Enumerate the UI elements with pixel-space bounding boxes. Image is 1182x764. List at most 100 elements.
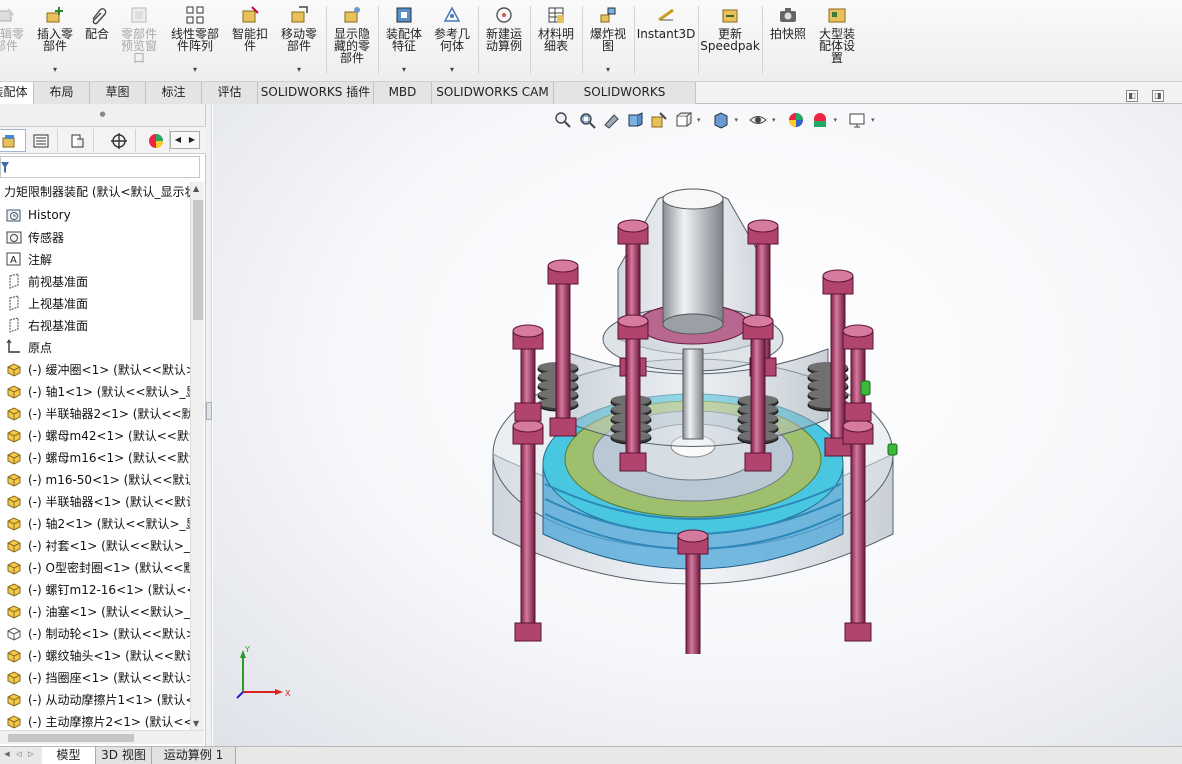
first-tab-icon[interactable]: ◀ [2, 750, 12, 762]
tree-item[interactable]: 传感器 [0, 226, 190, 248]
assembly-3d-model[interactable] [483, 174, 903, 654]
chevron-down-icon[interactable]: ▾ [735, 116, 739, 124]
edit-component-button[interactable]: 编辑零 部件 [0, 4, 26, 78]
section-view-icon[interactable] [625, 110, 645, 130]
graphics-viewport[interactable]: ▾ ▾ ▾ ▾ ▾ Y X [213, 104, 1182, 746]
panel-grip[interactable]: ● [0, 104, 205, 126]
view-orientation-icon[interactable] [673, 110, 693, 130]
tree-item[interactable]: (-) 半联轴器2<1> (默认<<默认>_显示状态 1>) [0, 402, 190, 424]
tab-layout[interactable]: 布局 [34, 82, 90, 104]
apply-scene-icon[interactable] [810, 110, 830, 130]
tree-item[interactable]: (-) O型密封圈<1> (默认<<默认>_显示状态 1>) [0, 556, 190, 578]
zoom-to-fit-icon[interactable] [553, 110, 573, 130]
smart-fasteners-button[interactable]: 智能扣 件 [228, 4, 272, 78]
chevron-down-icon[interactable]: ▾ [606, 65, 610, 74]
hide-show-eye-icon[interactable] [748, 110, 768, 130]
tree-item[interactable]: (-) 轴2<1> (默认<<默认>_显示状态 1>) [0, 512, 190, 534]
reference-geometry-button[interactable]: 参考几 何体 ▾ [430, 4, 474, 78]
chevron-down-icon[interactable]: ▾ [772, 116, 776, 124]
tab-solidworks-inspection[interactable]: SOLIDWORKS Inspection [554, 82, 696, 119]
tab-property-manager[interactable] [24, 129, 58, 152]
chevron-down-icon[interactable]: ▾ [834, 116, 838, 124]
expand-panel-icon[interactable]: ◨ [1152, 90, 1164, 102]
tree-item[interactable]: (-) 从动动摩擦片1<1> (默认<<默认>_显示状态 1>) [0, 688, 190, 710]
tree-root-assembly[interactable]: 力矩限制器装配 (默认<默认_显示状态-1>) [0, 182, 190, 204]
scroll-thumb[interactable] [193, 200, 203, 320]
instant3d-button[interactable]: Instant3D [637, 4, 695, 78]
tree-vertical-scrollbar[interactable]: ▲ ▼ [190, 182, 204, 730]
assembly-features-button[interactable]: 装配体 特征 ▾ [382, 4, 426, 78]
tab-solidworks-cam[interactable]: SOLIDWORKS CAM [432, 82, 554, 104]
scroll-down-icon[interactable]: ▼ [193, 719, 199, 728]
chevron-left-icon[interactable]: ◀ [171, 132, 185, 148]
component-preview-button[interactable]: 零部件 预览窗 口 [116, 4, 162, 78]
take-snapshot-button[interactable]: 拍快照 [766, 4, 810, 78]
tree-item[interactable]: 原点 [0, 336, 190, 358]
previous-tab-icon[interactable]: ◁ [14, 750, 24, 762]
new-motion-study-button[interactable]: 新建运 动算例 [482, 4, 526, 78]
chevron-down-icon[interactable]: ▾ [297, 65, 301, 74]
tree-filter-field[interactable] [0, 156, 200, 178]
zoom-to-area-icon[interactable] [577, 110, 597, 130]
scroll-up-icon[interactable]: ▲ [193, 184, 199, 193]
tab-display-manager[interactable] [142, 129, 170, 152]
previous-view-icon[interactable] [601, 110, 621, 130]
tree-item[interactable]: (-) 螺钉m12-16<1> (默认<<默认>_显示状态 1>) [0, 578, 190, 600]
edit-appearance-icon[interactable] [786, 110, 806, 130]
dynamic-annotation-icon[interactable] [649, 110, 669, 130]
tree-item[interactable]: 右视基准面 [0, 314, 190, 336]
tab-assembly[interactable]: 装配体 [0, 82, 34, 104]
tree-item[interactable]: (-) 螺母m42<1> (默认<<默认>_显示状态 1>) [0, 424, 190, 446]
collapse-panel-handle[interactable] [206, 402, 212, 420]
show-hidden-components-button[interactable]: 显示隐 藏的零 部件 [330, 4, 374, 78]
tree-item[interactable]: (-) 缓冲圈<1> (默认<<默认>_显示状态 1>) [0, 358, 190, 380]
tab-motion-study[interactable]: 运动算例 1 [152, 747, 236, 764]
tab-sketch[interactable]: 草图 [90, 82, 146, 104]
tab-feature-tree[interactable] [0, 129, 26, 152]
view-settings-monitor-icon[interactable] [847, 110, 867, 130]
tree-item[interactable]: (-) 制动轮<1> (默认<<默认>_显示状态 1>) [0, 622, 190, 644]
chevron-down-icon[interactable]: ▾ [697, 116, 701, 124]
tab-model[interactable]: 模型 [42, 747, 96, 764]
exploded-view-button[interactable]: 爆炸视 图 ▾ [586, 4, 630, 78]
tree-item[interactable]: (-) 主动摩擦片2<1> (默认<<默认>_显示状态 1>) [0, 710, 190, 730]
chevron-down-icon[interactable]: ▾ [450, 65, 454, 74]
large-assembly-settings-button[interactable]: 大型装 配体设 置 [814, 4, 860, 78]
chevron-down-icon[interactable]: ▾ [53, 65, 57, 74]
tree-item[interactable]: (-) m16-50<1> (默认<<默认>_显示状态 1>) [0, 468, 190, 490]
scroll-thumb[interactable] [8, 734, 134, 742]
panel-splitter[interactable] [206, 104, 212, 746]
update-speedpak-button[interactable]: 更新 Speedpak [700, 4, 760, 78]
chevron-down-icon[interactable]: ▾ [402, 65, 406, 74]
tab-markup[interactable]: 标注 [146, 82, 202, 104]
tab-evaluate[interactable]: 评估 [202, 82, 258, 104]
tab-scroll-arrows[interactable]: ◀ ▶ [170, 131, 200, 149]
bolt[interactable] [677, 529, 709, 654]
insert-component-button[interactable]: 插入零 部件 ▾ [34, 4, 76, 78]
drag-handle-icon[interactable] [887, 443, 898, 456]
tree-item[interactable]: (-) 衬套<1> (默认<<默认>_显示状态 1>) [0, 534, 190, 556]
bolt[interactable] [512, 324, 544, 422]
tab-3d-view[interactable]: 3D 视图 [96, 747, 152, 764]
drag-handle-icon[interactable] [860, 380, 871, 396]
tab-mbd[interactable]: MBD [374, 82, 432, 104]
mate-button[interactable]: 配合 [82, 4, 112, 78]
move-component-button[interactable]: 移动零 部件 ▾ [276, 4, 322, 78]
tree-item[interactable]: (-) 螺纹轴头<1> (默认<<默认>_显示状态 1>) [0, 644, 190, 666]
linear-pattern-button[interactable]: 线性零部 件阵列 ▾ [166, 4, 224, 78]
chevron-down-icon[interactable]: ▾ [193, 65, 197, 74]
restore-panel-icon[interactable]: ◧ [1126, 90, 1138, 102]
chevron-down-icon[interactable]: ▾ [871, 116, 875, 124]
tab-configuration-manager[interactable] [60, 129, 94, 152]
tree-item[interactable]: (-) 轴1<1> (默认<<默认>_显示状态 1>) [0, 380, 190, 402]
tree-item[interactable]: History [0, 204, 190, 226]
tree-item[interactable]: 上视基准面 [0, 292, 190, 314]
bom-button[interactable]: 材料明 细表 [534, 4, 578, 78]
tab-dimxpert-manager[interactable] [102, 129, 136, 152]
tab-solidworks-addins[interactable]: SOLIDWORKS 插件 [258, 82, 374, 104]
bolt[interactable] [842, 324, 874, 422]
tree-item[interactable]: (-) 半联轴器<1> (默认<<默认>_显示状态 1>) [0, 490, 190, 512]
chevron-right-icon[interactable]: ▶ [185, 132, 199, 148]
tree-item[interactable]: (-) 螺母m16<1> (默认<<默认>_显示状态 1>) [0, 446, 190, 468]
tree-item[interactable]: 前视基准面 [0, 270, 190, 292]
